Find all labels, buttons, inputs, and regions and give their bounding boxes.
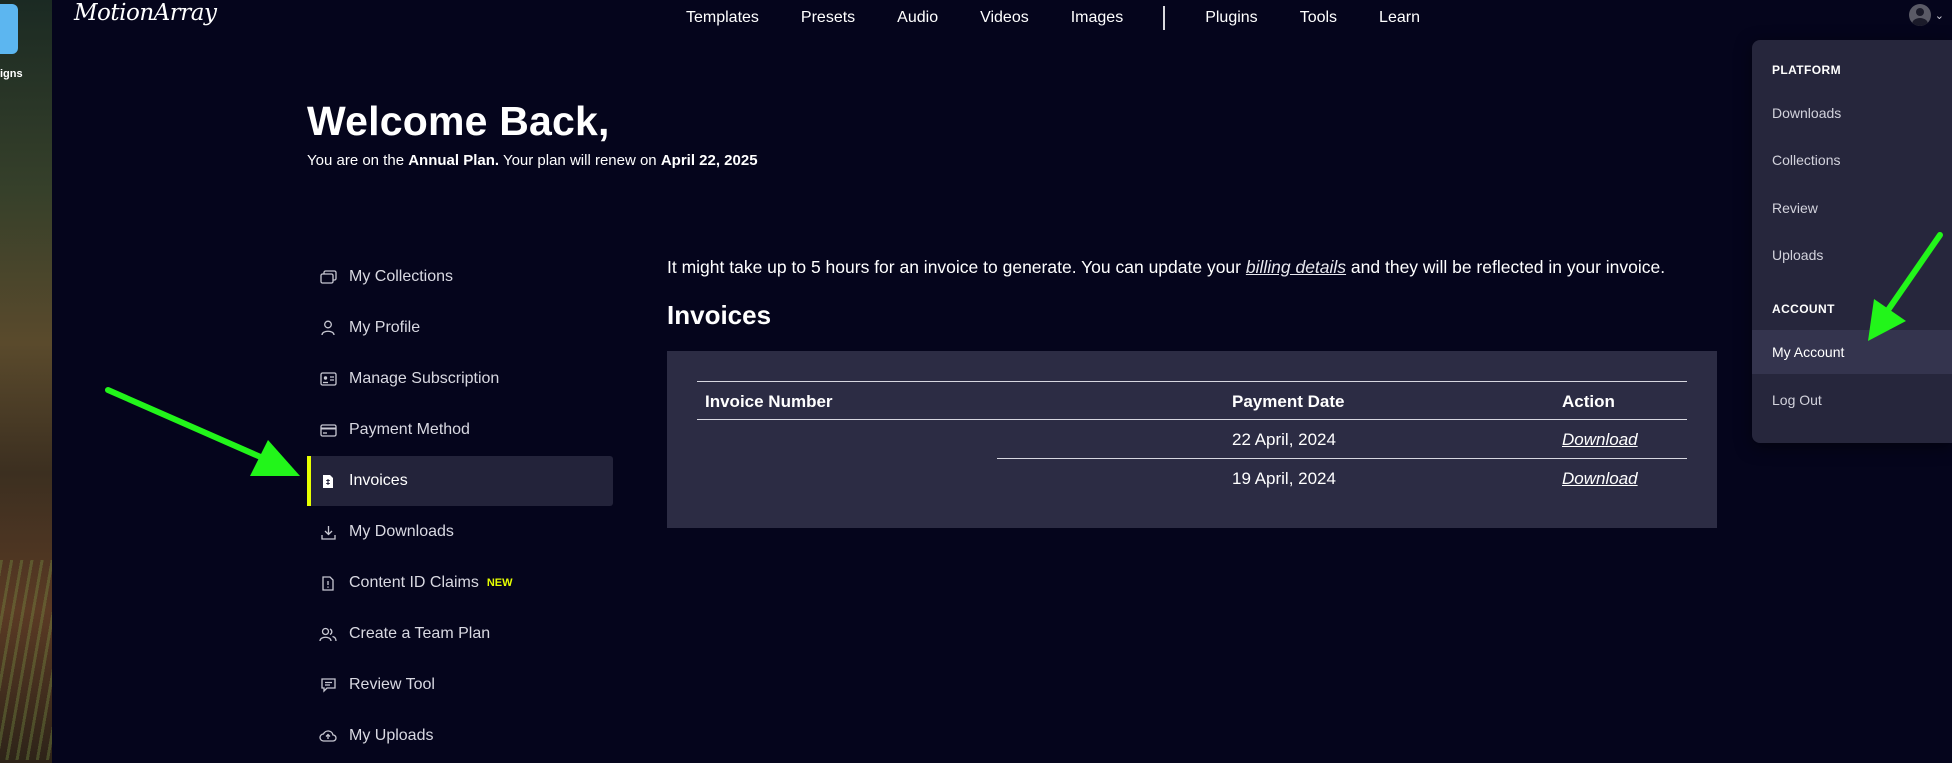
dropdown-item-downloads[interactable]: Downloads: [1752, 91, 1952, 135]
invoice-icon: [319, 473, 337, 489]
nav-divider: [1163, 6, 1166, 30]
top-navigation: MotionArray Templates Presets Audio Vide…: [52, 0, 1952, 32]
payment-date-cell: 22 April, 2024: [1232, 430, 1336, 449]
plan-mid: Your plan will renew on: [499, 152, 661, 169]
avatar-icon: [1908, 4, 1931, 26]
sidebar-item-label: Manage Subscription: [349, 370, 500, 387]
dropdown-item-review[interactable]: Review: [1752, 186, 1952, 230]
collections-icon: [319, 269, 337, 285]
main-nav: Templates Presets Audio Videos Images Pl…: [686, 6, 1462, 30]
sidebar-item-payment-method[interactable]: Payment Method: [307, 405, 613, 455]
sidebar-item-label: Payment Method: [349, 421, 470, 438]
nav-templates[interactable]: Templates: [686, 9, 759, 27]
download-invoice-link[interactable]: Download: [1562, 430, 1638, 450]
cloud-upload-icon: [319, 728, 337, 744]
dropdown-item-log-out[interactable]: Log Out: [1752, 378, 1952, 422]
header-action: Action: [1562, 392, 1615, 411]
sidebar-item-my-collections[interactable]: My Collections: [307, 252, 613, 302]
document-icon: [319, 575, 337, 591]
nav-audio[interactable]: Audio: [897, 9, 938, 27]
sidebar-item-label: Content ID Claims: [349, 574, 479, 591]
sidebar-item-create-team-plan[interactable]: Create a Team Plan: [307, 609, 613, 659]
dropdown-platform-heading: PLATFORM: [1772, 63, 1841, 77]
sidebar-item-my-downloads[interactable]: My Downloads: [307, 507, 613, 557]
renew-date: April 22, 2025: [660, 152, 758, 169]
table-row: 19 April, 2024 Download: [697, 459, 1687, 498]
nav-tools[interactable]: Tools: [1300, 9, 1337, 27]
nav-videos[interactable]: Videos: [980, 9, 1029, 27]
user-icon: [319, 320, 337, 336]
header-invoice-number: Invoice Number: [705, 392, 833, 411]
sidebar-item-my-uploads[interactable]: My Uploads: [307, 711, 613, 761]
download-icon: [319, 524, 337, 540]
invoices-table: Invoice Number Payment Date Action 22 Ap…: [697, 381, 1687, 498]
sidebar-item-label: Review Tool: [349, 676, 435, 693]
sidebar-item-label: My Downloads: [349, 523, 454, 540]
payment-date-cell: 19 April, 2024: [1232, 469, 1336, 488]
id-card-icon: [319, 371, 337, 387]
account-sidebar: My Collections My Profile Manage Subscri…: [307, 252, 613, 762]
desktop-wallpaper-detail: [0, 560, 52, 760]
sidebar-item-label: My Collections: [349, 268, 454, 285]
sidebar-item-label: My Uploads: [349, 727, 434, 744]
sidebar-item-invoices[interactable]: Invoices: [307, 456, 613, 506]
sidebar-item-label: Invoices: [349, 472, 408, 489]
folder-icon[interactable]: [0, 4, 18, 54]
chevron-down-icon: ⌄: [1934, 9, 1944, 22]
invoices-panel: Invoice Number Payment Date Action 22 Ap…: [667, 351, 1717, 528]
nav-presets[interactable]: Presets: [801, 9, 855, 27]
download-invoice-link[interactable]: Download: [1562, 469, 1638, 489]
annotation-arrow-invoices: [105, 387, 300, 476]
plan-name: Annual Plan.: [408, 152, 500, 169]
billing-details-link[interactable]: billing details: [1246, 257, 1346, 277]
plan-prefix: You are on the: [307, 152, 409, 169]
invoices-heading: Invoices: [667, 300, 772, 330]
dropdown-account-heading: ACCOUNT: [1772, 302, 1835, 316]
info-text-after: and they will be reflected in your invoi…: [1346, 257, 1666, 277]
sidebar-item-label: Create a Team Plan: [349, 625, 491, 642]
comment-icon: [319, 677, 337, 693]
sidebar-item-review-tool[interactable]: Review Tool: [307, 660, 613, 710]
new-badge: NEW: [486, 577, 513, 589]
credit-card-icon: [319, 422, 337, 438]
motionarray-logo[interactable]: MotionArray: [74, 0, 217, 26]
sidebar-item-content-id-claims[interactable]: Content ID Claims NEW: [307, 558, 613, 608]
annotation-arrow-my-account: [1868, 232, 1943, 341]
welcome-title: Welcome Back,: [307, 98, 610, 144]
sidebar-item-my-profile[interactable]: My Profile: [307, 303, 613, 353]
team-icon: [319, 626, 337, 642]
invoice-info-text: It might take up to 5 hours for an invoi…: [667, 257, 1665, 278]
nav-plugins[interactable]: Plugins: [1205, 9, 1257, 27]
header-payment-date: Payment Date: [1232, 392, 1345, 411]
desktop-background: igns: [0, 0, 52, 763]
sidebar-item-manage-subscription[interactable]: Manage Subscription: [307, 354, 613, 404]
desktop-folder-label: igns: [0, 68, 23, 80]
dropdown-item-collections[interactable]: Collections: [1752, 138, 1952, 182]
nav-learn[interactable]: Learn: [1379, 9, 1420, 27]
nav-images[interactable]: Images: [1071, 9, 1123, 27]
plan-status: You are on the Annual Plan. Your plan wi…: [307, 152, 758, 169]
table-header-row: Invoice Number Payment Date Action: [697, 381, 1687, 420]
sidebar-item-label: My Profile: [349, 319, 421, 336]
account-menu-button[interactable]: ⌄: [1908, 4, 1944, 26]
table-row: 22 April, 2024 Download: [697, 420, 1687, 459]
info-text-before: It might take up to 5 hours for an invoi…: [667, 257, 1246, 277]
